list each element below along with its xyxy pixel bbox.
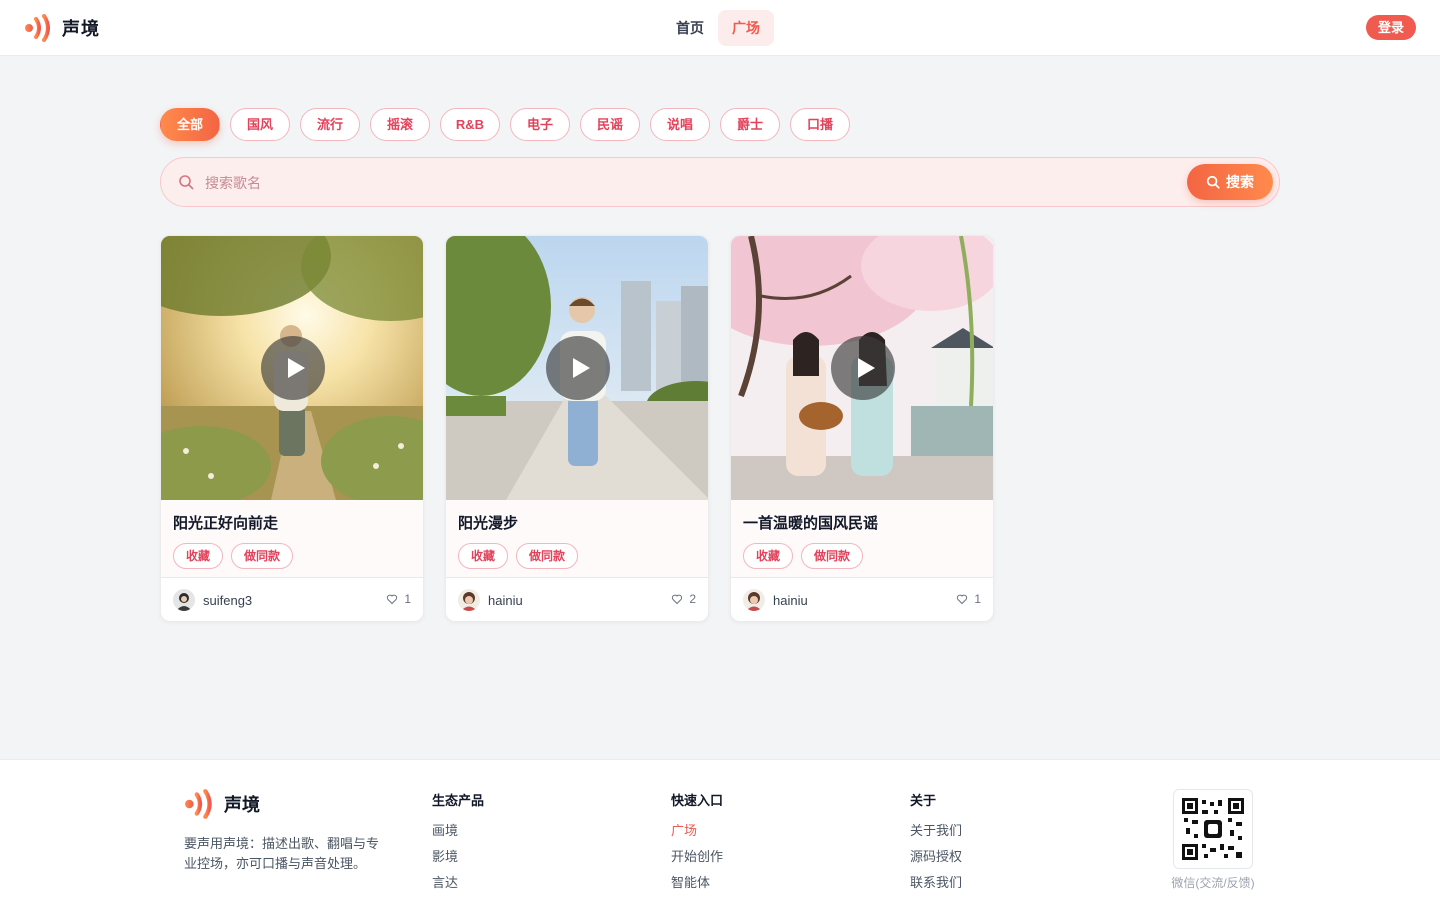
heart-icon xyxy=(957,594,968,605)
avatar[interactable] xyxy=(743,589,765,611)
heart-icon xyxy=(387,594,398,605)
search-bar: 搜索 xyxy=(160,157,1280,207)
category-rock[interactable]: 摇滚 xyxy=(370,108,430,141)
footer-link-about-us[interactable]: 关于我们 xyxy=(910,823,962,849)
category-guofeng[interactable]: 国风 xyxy=(230,108,290,141)
song-card-body: 阳光漫步 收藏 做同款 xyxy=(446,500,708,578)
footer-link-license[interactable]: 源码授权 xyxy=(910,849,962,875)
song-cover-image[interactable] xyxy=(161,236,423,500)
search-button[interactable]: 搜索 xyxy=(1187,164,1273,200)
play-icon[interactable] xyxy=(546,336,610,400)
author-name[interactable]: hainiu xyxy=(773,593,808,608)
login-button[interactable]: 登录 xyxy=(1365,15,1416,40)
footer-col-title: 快速入口 xyxy=(671,793,724,808)
footer-col-products: 生态产品 画境 影境 言达 xyxy=(432,790,484,900)
category-pop[interactable]: 流行 xyxy=(300,108,360,141)
qr-caption: 微信(交流/反馈) xyxy=(1171,876,1255,890)
footer-brand-name: 声境 xyxy=(224,795,260,815)
footer-col-about: 关于 关于我们 源码授权 联系我们 xyxy=(910,790,962,900)
nav-home[interactable]: 首页 xyxy=(662,10,718,46)
song-card-body: 一首温暖的国风民谣 收藏 做同款 xyxy=(731,500,993,578)
footer-col-title: 关于 xyxy=(910,793,937,808)
footer-description: 要声用声境：描述出歌、翻唱与专业控场，亦可口播与声音处理。 xyxy=(184,836,380,871)
search-icon xyxy=(179,175,194,190)
category-rnb[interactable]: R&B xyxy=(440,108,500,141)
top-header: 声境 首页 广场 登录 xyxy=(0,0,1440,56)
category-jazz[interactable]: 爵士 xyxy=(720,108,780,141)
like-count: 1 xyxy=(404,592,411,606)
heart-icon xyxy=(672,594,683,605)
like-count: 1 xyxy=(974,592,981,606)
play-icon[interactable] xyxy=(261,336,325,400)
footer-link-yingjing[interactable]: 影境 xyxy=(432,849,484,875)
song-card-footer: hainiu 2 xyxy=(446,578,708,621)
like-button[interactable]: 1 xyxy=(956,592,981,606)
song-card[interactable]: 阳光正好向前走 收藏 做同款 suifeng3 1 xyxy=(160,235,424,622)
sound-wave-logo-icon xyxy=(25,14,50,42)
like-button[interactable]: 1 xyxy=(386,592,411,606)
favorite-button[interactable]: 收藏 xyxy=(173,543,224,569)
footer-link-huajing[interactable]: 画境 xyxy=(432,823,484,849)
footer-link-contact[interactable]: 联系我们 xyxy=(910,875,962,900)
song-card[interactable]: 一首温暖的国风民谣 收藏 做同款 hainiu 1 xyxy=(730,235,994,622)
site-footer: 声境 要声用声境：描述出歌、翻唱与专业控场，亦可口播与声音处理。 生态产品 画境… xyxy=(0,759,1440,900)
favorite-button[interactable]: 收藏 xyxy=(743,543,794,569)
category-filter-bar: 全部 国风 流行 摇滚 R&B 电子 民谣 说唱 爵士 口播 xyxy=(160,108,850,141)
search-input[interactable] xyxy=(205,168,1105,198)
footer-col-title: 生态产品 xyxy=(432,793,485,808)
song-title: 一首温暖的国风民谣 xyxy=(743,515,879,532)
footer-link-yanda[interactable]: 言达 xyxy=(432,875,484,900)
footer-link-create[interactable]: 开始创作 xyxy=(671,849,723,875)
category-folk[interactable]: 民谣 xyxy=(580,108,640,141)
song-cover-image[interactable] xyxy=(446,236,708,500)
author-name[interactable]: hainiu xyxy=(488,593,523,608)
main-nav: 首页 广场 xyxy=(662,10,774,46)
wechat-qr-code xyxy=(1173,789,1253,869)
category-all[interactable]: 全部 xyxy=(160,108,220,141)
category-rap[interactable]: 说唱 xyxy=(650,108,710,141)
footer-link-plaza[interactable]: 广场 xyxy=(671,823,723,849)
make-same-button[interactable]: 做同款 xyxy=(231,543,294,569)
avatar[interactable] xyxy=(458,589,480,611)
favorite-button[interactable]: 收藏 xyxy=(458,543,509,569)
search-button-label: 搜索 xyxy=(1226,174,1254,190)
category-voiceover[interactable]: 口播 xyxy=(790,108,850,141)
song-card-list: 阳光正好向前走 收藏 做同款 suifeng3 1 阳光漫步 收藏 做同款 ha… xyxy=(160,235,994,622)
brand-name: 声境 xyxy=(62,19,100,39)
category-electronic[interactable]: 电子 xyxy=(510,108,570,141)
make-same-button[interactable]: 做同款 xyxy=(801,543,864,569)
footer-brand[interactable]: 声境 xyxy=(184,788,260,820)
song-card-footer: suifeng3 1 xyxy=(161,578,423,621)
like-count: 2 xyxy=(689,592,696,606)
author-name[interactable]: suifeng3 xyxy=(203,593,252,608)
footer-col-quick: 快速入口 广场 开始创作 智能体 xyxy=(671,790,723,900)
brand-logo[interactable]: 声境 xyxy=(24,13,100,43)
make-same-button[interactable]: 做同款 xyxy=(516,543,579,569)
song-card-footer: hainiu 1 xyxy=(731,578,993,621)
song-cover-image[interactable] xyxy=(731,236,993,500)
search-icon xyxy=(1206,175,1220,189)
footer-link-agent[interactable]: 智能体 xyxy=(671,875,723,900)
nav-plaza[interactable]: 广场 xyxy=(718,10,774,46)
avatar[interactable] xyxy=(173,589,195,611)
play-icon[interactable] xyxy=(831,336,895,400)
sound-wave-logo-icon xyxy=(185,789,212,819)
song-card-body: 阳光正好向前走 收藏 做同款 xyxy=(161,500,423,578)
song-title: 阳光漫步 xyxy=(458,515,519,532)
song-card[interactable]: 阳光漫步 收藏 做同款 hainiu 2 xyxy=(445,235,709,622)
song-title: 阳光正好向前走 xyxy=(173,515,279,532)
like-button[interactable]: 2 xyxy=(671,592,696,606)
